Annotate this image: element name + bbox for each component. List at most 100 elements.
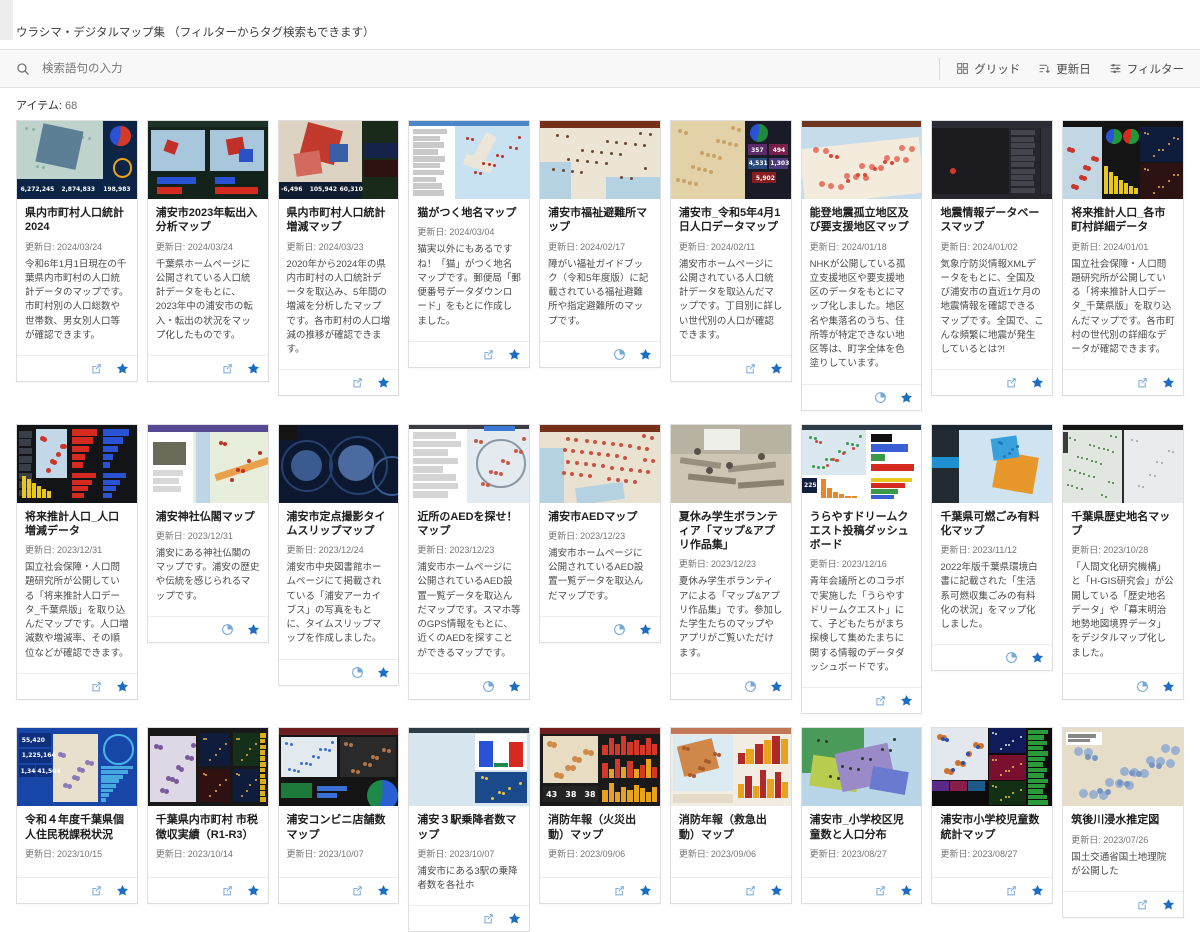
launch-icon[interactable] <box>1136 376 1149 389</box>
card-thumbnail[interactable]: -6,496105,94260,310 <box>279 121 399 199</box>
favorite-star-icon[interactable] <box>770 362 783 375</box>
card-title[interactable]: 浦安３駅乗降者数マップ <box>417 813 521 842</box>
card-title[interactable]: 夏休み学生ボランティア「マップ&アプリ作品集」 <box>679 510 783 553</box>
card-title[interactable]: 浦安市_令和5年4月1日人口データマップ <box>679 206 783 235</box>
favorite-star-icon[interactable] <box>639 348 652 361</box>
card-title[interactable]: 浦安市2023年転出入分析マップ <box>156 206 260 235</box>
favorite-star-icon[interactable] <box>377 376 390 389</box>
card-thumbnail[interactable] <box>148 121 268 199</box>
map-card[interactable]: 55,4201,225,1641,34441,504 令和４年度千葉県個人住民税… <box>16 727 138 904</box>
favorite-star-icon[interactable] <box>639 623 652 636</box>
card-thumbnail[interactable] <box>1063 121 1183 199</box>
open-app-icon[interactable] <box>351 666 364 679</box>
card-thumbnail[interactable] <box>148 728 268 806</box>
card-thumbnail[interactable] <box>932 728 1052 806</box>
launch-icon[interactable] <box>90 362 103 375</box>
launch-icon[interactable] <box>90 680 103 693</box>
map-card[interactable]: 433838 消防年報（火災出動）マップ 更新日: 2023/09/06 <box>539 727 661 904</box>
card-title[interactable]: 千葉県歴史地名マップ <box>1071 510 1175 539</box>
favorite-star-icon[interactable] <box>116 362 129 375</box>
card-thumbnail[interactable] <box>148 425 268 503</box>
map-card[interactable]: 夏休み学生ボランティア「マップ&アプリ作品集」 更新日: 2023/12/23 … <box>670 424 792 700</box>
map-card[interactable]: 浦安市定点撮影タイムスリップマップ 更新日: 2023/12/24 浦安市中央図… <box>278 424 400 686</box>
launch-icon[interactable] <box>1005 884 1018 897</box>
favorite-star-icon[interactable] <box>116 884 129 897</box>
favorite-star-icon[interactable] <box>247 623 260 636</box>
map-card[interactable]: 将来推計人口_各市町村詳細データ 更新日: 2024/01/01 国立社会保障・… <box>1062 120 1184 396</box>
card-title[interactable]: 筑後川浸水推定図 <box>1071 813 1175 827</box>
card-thumbnail[interactable] <box>802 728 922 806</box>
card-title[interactable]: 浦安市定点撮影タイムスリップマップ <box>287 510 391 539</box>
map-card[interactable]: 浦安神社仏閣マップ 更新日: 2023/12/31 浦安にある神社仏閣のマップで… <box>147 424 269 643</box>
launch-icon[interactable] <box>1005 376 1018 389</box>
card-title[interactable]: 浦安市小学校児童数統計マップ <box>940 813 1044 842</box>
map-card[interactable]: 225 うらやすドリームクエスト投稿ダッシュボード 更新日: 2023/12/1… <box>801 424 923 715</box>
card-title[interactable]: 浦安市福祉避難所マップ <box>548 206 652 235</box>
card-title[interactable]: 浦安神社仏閣マップ <box>156 510 260 524</box>
card-title[interactable]: 将来推計人口_各市町村詳細データ <box>1071 206 1175 235</box>
card-title[interactable]: 県内市町村人口統計2024 <box>25 206 129 235</box>
favorite-star-icon[interactable] <box>900 694 913 707</box>
favorite-star-icon[interactable] <box>247 884 260 897</box>
card-title[interactable]: 千葉県内市町村 市税徴収実績（R1-R3） <box>156 813 260 842</box>
open-app-icon[interactable] <box>613 348 626 361</box>
map-card[interactable]: 浦安市2023年転出入分析マップ 更新日: 2024/03/24 千葉県ホームペ… <box>147 120 269 382</box>
card-thumbnail[interactable] <box>1063 728 1183 806</box>
map-card[interactable]: 近所のAEDを探せ！マップ 更新日: 2023/12/23 浦安市ホームページに… <box>408 424 530 700</box>
card-title[interactable]: 浦安市AEDマップ <box>548 510 652 524</box>
launch-icon[interactable] <box>351 376 364 389</box>
card-thumbnail[interactable] <box>279 728 399 806</box>
card-thumbnail[interactable] <box>409 728 529 806</box>
card-title[interactable]: 能登地震孤立地区及び要支援地区マップ <box>810 206 914 235</box>
favorite-star-icon[interactable] <box>1162 376 1175 389</box>
card-thumbnail[interactable] <box>671 728 791 806</box>
favorite-star-icon[interactable] <box>377 666 390 679</box>
card-thumbnail[interactable]: 433838 <box>540 728 660 806</box>
favorite-star-icon[interactable] <box>247 362 260 375</box>
favorite-star-icon[interactable] <box>770 884 783 897</box>
map-card[interactable]: 千葉県可燃ごみ有料化マップ 更新日: 2023/11/12 2022年版千葉県環… <box>931 424 1053 672</box>
favorite-star-icon[interactable] <box>900 391 913 404</box>
card-title[interactable]: 消防年報（火災出動）マップ <box>548 813 652 842</box>
favorite-star-icon[interactable] <box>1162 680 1175 693</box>
card-thumbnail[interactable] <box>540 121 660 199</box>
sort-by-date-button[interactable]: 更新日 <box>1038 61 1091 77</box>
card-title[interactable]: 猫がつく地名マップ <box>417 206 521 220</box>
map-card[interactable]: 3574944,5311,3035,902 浦安市_令和5年4月1日人口データマ… <box>670 120 792 382</box>
map-card[interactable]: 浦安市小学校児童数統計マップ 更新日: 2023/08/27 <box>931 727 1053 904</box>
launch-icon[interactable] <box>482 912 495 925</box>
map-card[interactable]: 猫がつく地名マップ 更新日: 2024/03/04 猫実以外にもあるですね！「猫… <box>408 120 530 368</box>
map-card[interactable]: 浦安市_小学校区児童数と人口分布 更新日: 2023/08/27 <box>801 727 923 904</box>
card-title[interactable]: うらやすドリームクエスト投稿ダッシュボード <box>810 510 914 553</box>
map-card[interactable]: 浦安市福祉避難所マップ 更新日: 2024/02/17 障がい福祉ガイドブック（… <box>539 120 661 368</box>
map-card[interactable]: 消防年報（救急出動）マップ 更新日: 2023/09/06 <box>670 727 792 904</box>
favorite-star-icon[interactable] <box>377 884 390 897</box>
favorite-star-icon[interactable] <box>639 884 652 897</box>
card-thumbnail[interactable] <box>932 121 1052 199</box>
launch-icon[interactable] <box>1136 898 1149 911</box>
card-thumbnail[interactable]: 3574944,5311,3035,902 <box>671 121 791 199</box>
card-title[interactable]: 浦安市_小学校区児童数と人口分布 <box>810 813 914 842</box>
card-thumbnail[interactable] <box>409 425 529 503</box>
launch-icon[interactable] <box>90 884 103 897</box>
card-thumbnail[interactable] <box>671 425 791 503</box>
card-thumbnail[interactable]: 6,272,2452,874,833198,983 <box>17 121 137 199</box>
card-title[interactable]: 消防年報（救急出動）マップ <box>679 813 783 842</box>
launch-icon[interactable] <box>482 348 495 361</box>
card-title[interactable]: 浦安コンビニ店舗数マップ <box>287 813 391 842</box>
launch-icon[interactable] <box>874 884 887 897</box>
open-app-icon[interactable] <box>1136 680 1149 693</box>
card-title[interactable]: 県内市町村人口統計増減マップ <box>287 206 391 235</box>
favorite-star-icon[interactable] <box>1162 898 1175 911</box>
launch-icon[interactable] <box>221 362 234 375</box>
open-app-icon[interactable] <box>221 623 234 636</box>
card-title[interactable]: 将来推計人口_人口増減データ <box>25 510 129 539</box>
launch-icon[interactable] <box>613 884 626 897</box>
favorite-star-icon[interactable] <box>116 680 129 693</box>
favorite-star-icon[interactable] <box>900 884 913 897</box>
launch-icon[interactable] <box>351 884 364 897</box>
map-card[interactable]: 浦安３駅乗降者数マップ 更新日: 2023/10/07 浦安市にある3駅の乗降者… <box>408 727 530 932</box>
open-app-icon[interactable] <box>744 680 757 693</box>
card-thumbnail[interactable] <box>409 121 529 199</box>
favorite-star-icon[interactable] <box>1031 376 1044 389</box>
